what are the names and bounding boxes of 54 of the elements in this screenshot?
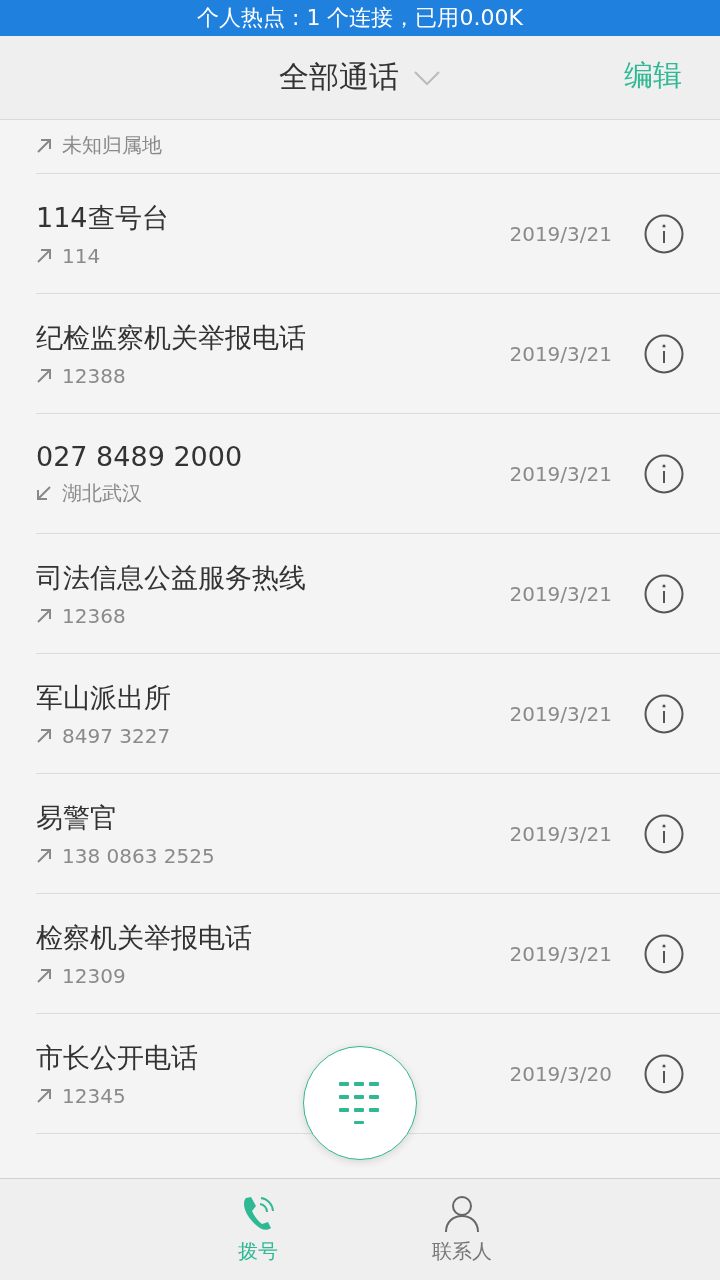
call-log-row[interactable]: 纪检监察机关举报电话 12388 2019/3/21: [36, 294, 720, 414]
person-icon: [444, 1194, 480, 1234]
dialpad-icon: [339, 1082, 381, 1124]
info-icon[interactable]: [644, 573, 684, 614]
call-log-row[interactable]: 027 8489 2000 湖北武汉 2019/3/21: [36, 414, 720, 534]
call-detail: 8497 3227: [62, 723, 171, 748]
contact-name: 市长公开电话: [36, 1040, 199, 1075]
outgoing-call-icon: [36, 137, 52, 154]
call-log-row[interactable]: 检察机关举报电话 12309 2019/3/21: [36, 894, 720, 1014]
contact-name: 027 8489 2000: [36, 440, 244, 472]
outgoing-call-icon: [36, 367, 52, 384]
call-date: 2019/3/21: [509, 581, 612, 606]
call-detail: 138 0863 2525: [62, 843, 215, 868]
call-detail: 12309: [62, 963, 126, 988]
call-log-row[interactable]: 司法信息公益服务热线 12368 2019/3/21: [36, 534, 720, 654]
contact-name: 易警官: [36, 800, 118, 835]
call-detail: 114: [62, 243, 101, 268]
contact-name: 纪检监察机关举报电话: [36, 320, 307, 355]
info-icon[interactable]: [644, 333, 684, 374]
call-date: 2019/3/21: [509, 341, 612, 366]
tab[interactable]: 联系人: [405, 1179, 519, 1280]
incoming-call-icon: [36, 485, 52, 501]
call-detail: 12345: [62, 1083, 126, 1108]
call-detail: 12388: [62, 363, 126, 388]
info-icon[interactable]: [644, 693, 684, 734]
contact-name: 114查号台: [36, 200, 170, 235]
call-detail: 12368: [62, 603, 126, 628]
outgoing-call-icon: [36, 607, 52, 624]
call-log-row[interactable]: 114查号台 114 2019/3/21: [36, 174, 720, 294]
outgoing-call-icon: [36, 727, 52, 744]
outgoing-call-icon: [36, 1087, 52, 1104]
call-log-row[interactable]: 军山派出所 8497 3227 2019/3/21: [36, 654, 720, 774]
contact-name: 军山派出所: [36, 680, 172, 715]
call-log-row[interactable]: 易警官 138 0863 2525 2019/3/21: [36, 774, 720, 894]
call-date: 2019/3/21: [509, 701, 612, 726]
call-date: 2019/3/21: [509, 821, 612, 846]
contact-name: 司法信息公益服务热线: [36, 560, 307, 595]
call-date: 2019/3/20: [509, 1061, 612, 1086]
outgoing-call-icon: [36, 247, 52, 264]
hotspot-banner: 个人热点 : 1 个连接，已用0.00K: [0, 0, 720, 36]
call-date: 2019/3/21: [509, 221, 612, 246]
info-icon[interactable]: [644, 213, 684, 254]
contact-name: 检察机关举报电话: [36, 920, 253, 955]
call-detail: 湖北武汉: [62, 479, 142, 507]
header-title: 全部通话: [279, 58, 399, 96]
call-date: 2019/3/21: [509, 461, 612, 486]
call-detail: 未知归属地: [62, 132, 162, 159]
info-icon[interactable]: [644, 1053, 684, 1094]
call-date: 2019/3/21: [509, 941, 612, 966]
outgoing-call-icon: [36, 847, 52, 864]
outgoing-call-icon: [36, 967, 52, 984]
info-icon[interactable]: [644, 933, 684, 974]
info-icon[interactable]: [644, 813, 684, 854]
info-icon[interactable]: [644, 453, 684, 494]
